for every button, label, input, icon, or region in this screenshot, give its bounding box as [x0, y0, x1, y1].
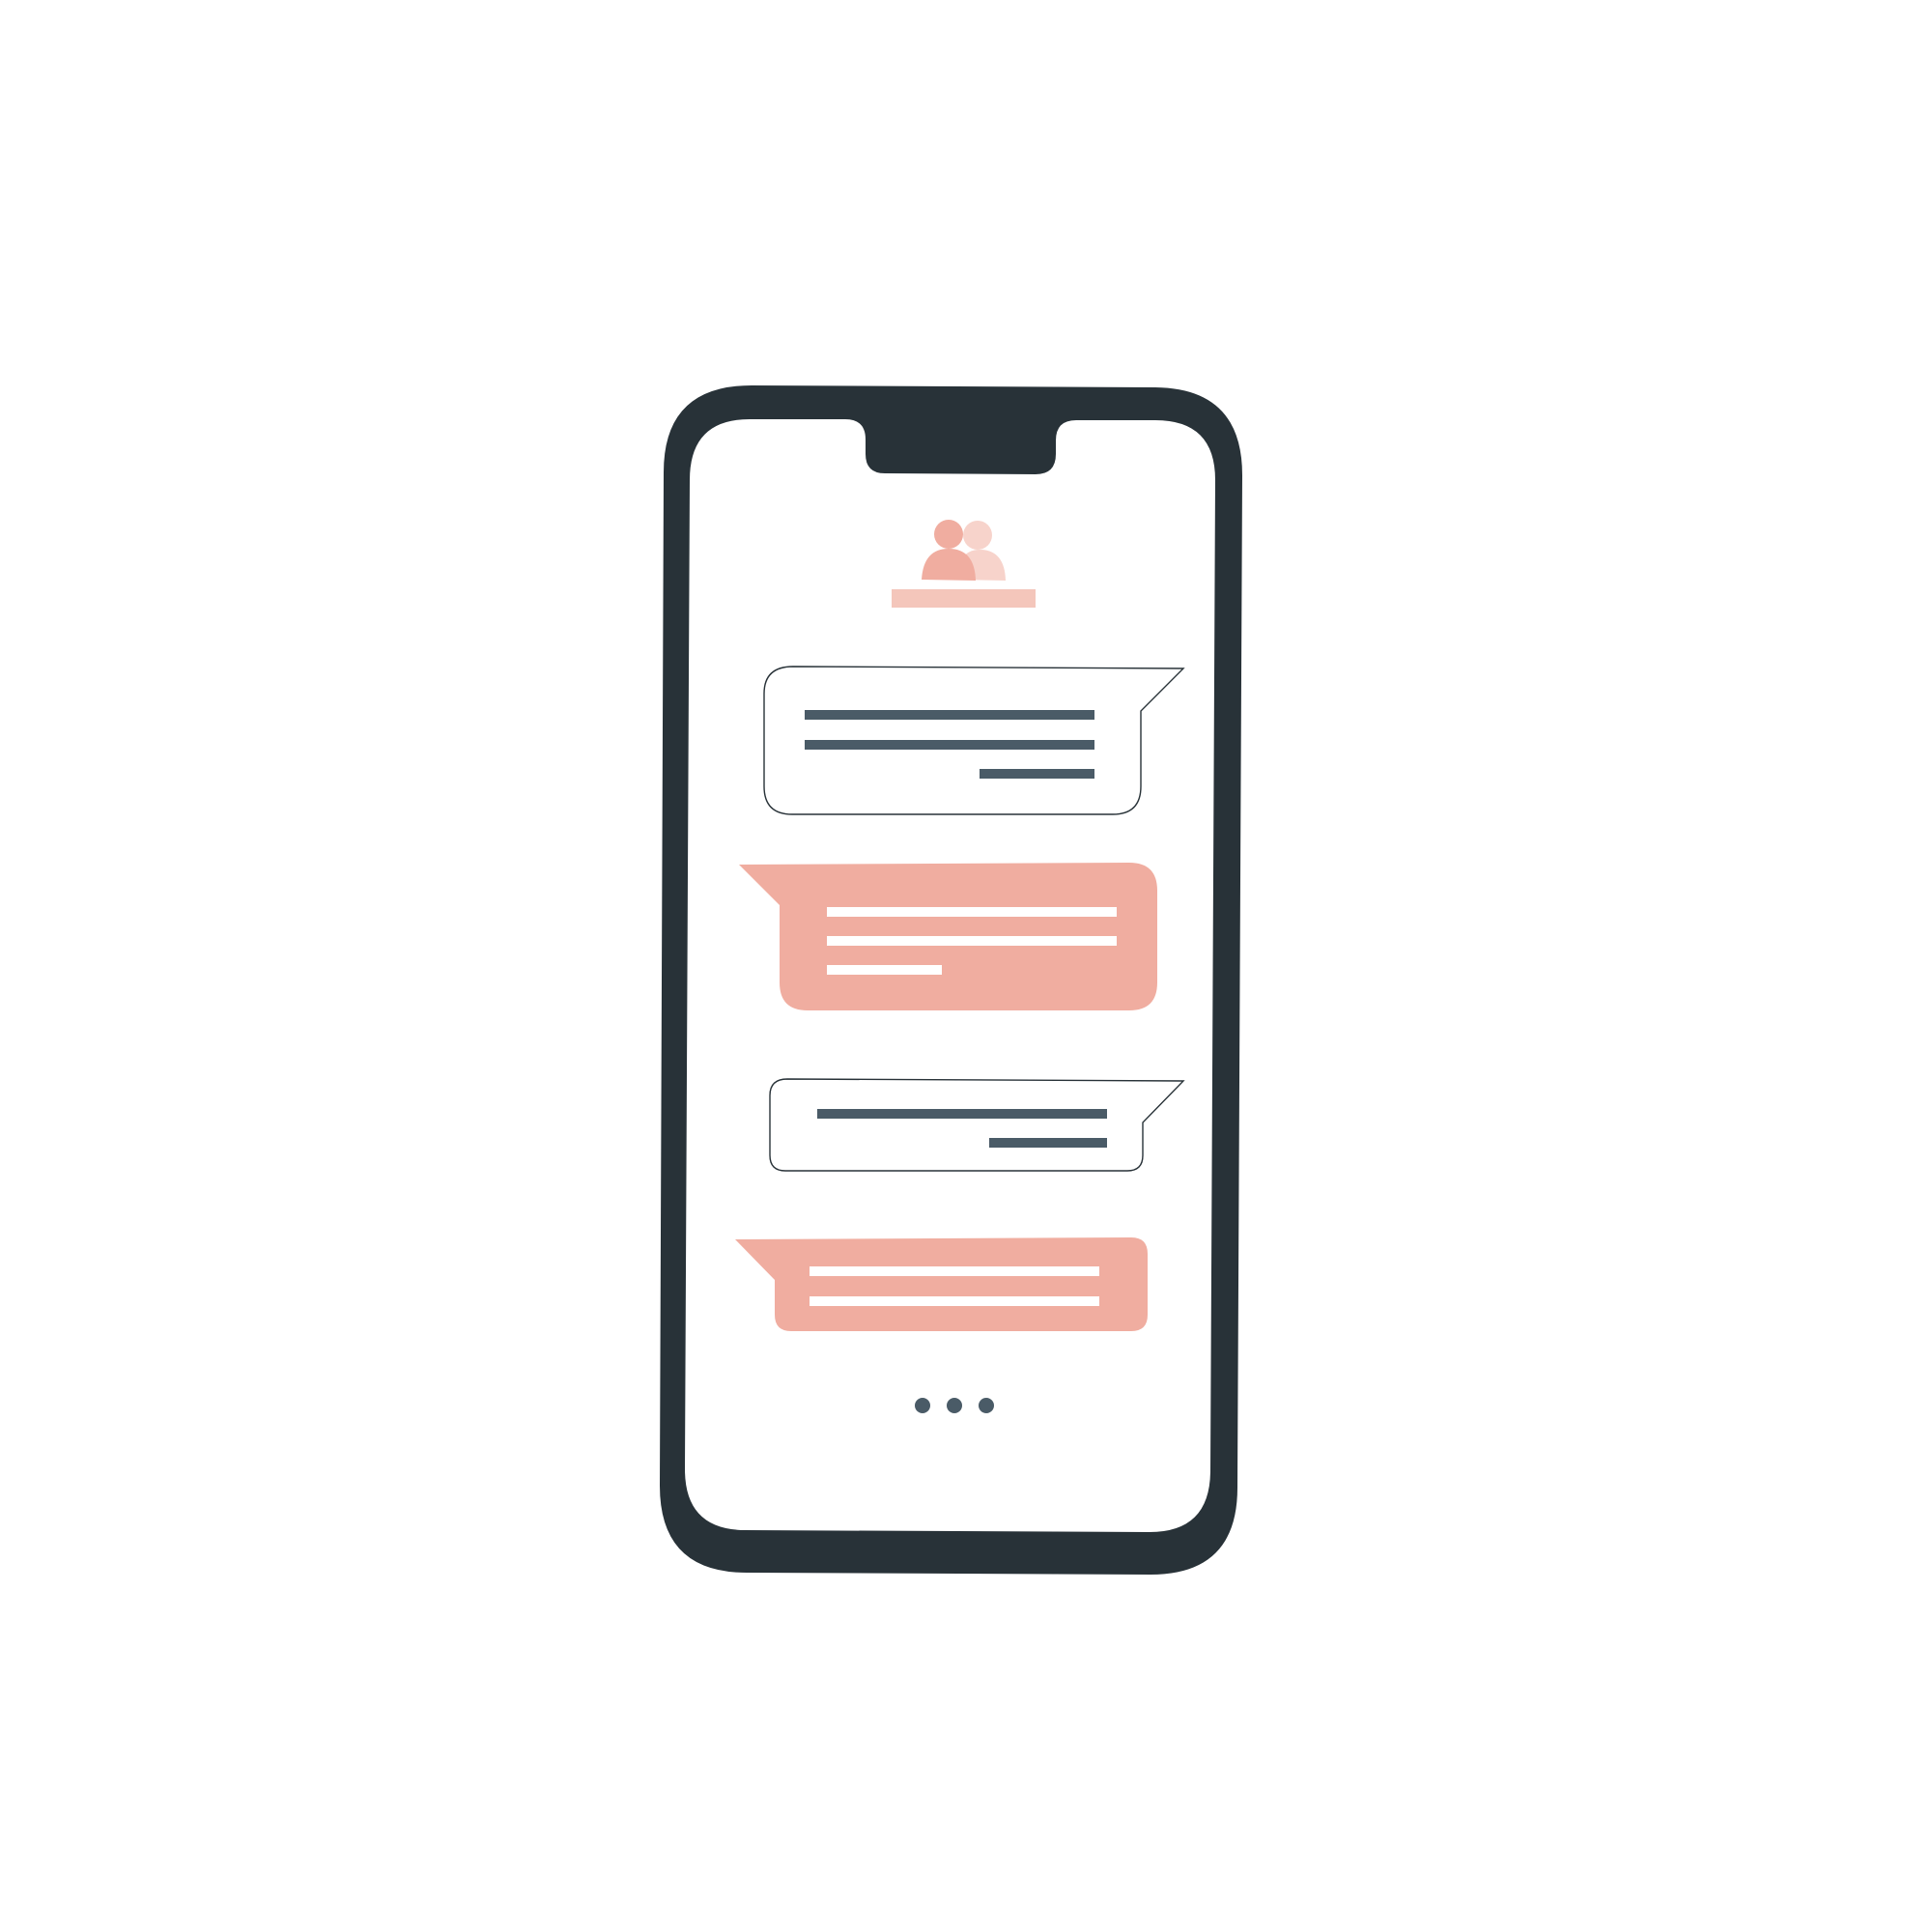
message-bubble-outgoing[interactable]	[769, 1078, 1185, 1172]
typing-dot	[947, 1398, 962, 1413]
message-bubble-fill	[735, 1237, 1148, 1331]
message-text-line	[980, 769, 1094, 779]
message-text-line	[817, 1109, 1107, 1119]
message-bubble-outline	[769, 1078, 1185, 1172]
typing-dot	[915, 1398, 930, 1413]
message-text-line	[805, 710, 1094, 720]
typing-dot	[979, 1398, 994, 1413]
message-text-line	[805, 740, 1094, 750]
user-head-primary	[934, 520, 963, 549]
contact-name-bar	[892, 589, 1036, 608]
message-text-line	[989, 1138, 1107, 1148]
phone-chat-illustration	[660, 385, 1242, 1575]
message-text-line	[827, 907, 1117, 917]
message-bubble-incoming[interactable]	[735, 1237, 1148, 1331]
message-text-line	[810, 1296, 1099, 1306]
message-text-line	[827, 936, 1117, 946]
message-bubble-outgoing[interactable]	[763, 666, 1185, 815]
message-text-line	[810, 1266, 1099, 1276]
message-bubble-incoming[interactable]	[739, 863, 1157, 1010]
illustration-canvas	[0, 0, 1932, 1932]
message-text-line	[827, 965, 942, 975]
typing-indicator-icon	[915, 1398, 994, 1413]
user-head-secondary	[963, 521, 992, 550]
